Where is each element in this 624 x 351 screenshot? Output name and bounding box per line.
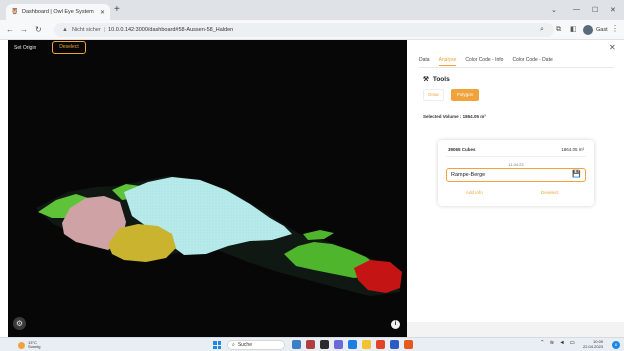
cube-volume: 1864.05 m³ (561, 147, 584, 152)
panel-close-icon[interactable]: ✕ (609, 43, 616, 52)
avatar (583, 24, 593, 35)
wifi-icon[interactable]: ≋ (550, 340, 555, 346)
set-origin-button[interactable]: Set Origin (14, 43, 36, 54)
tab-close-icon[interactable]: ✕ (100, 9, 105, 16)
url-text: 10.0.0.142:3000/dashboard#58-Aussen-58_H… (108, 27, 234, 33)
tab-list-chevron-icon[interactable]: ⌄ (551, 6, 557, 14)
chrome-active-icon[interactable] (404, 340, 413, 349)
draw-button[interactable]: Draw (423, 89, 444, 101)
volume-icon[interactable]: ◄ (559, 340, 564, 346)
window-close-icon[interactable]: ✕ (610, 6, 616, 14)
tab-color-code-info[interactable]: Color Code - Info (465, 54, 503, 66)
url-separator: | (103, 27, 106, 33)
owl-favicon-icon: 🦉 (11, 8, 19, 15)
tools-title: Tools (432, 75, 450, 83)
profile-button[interactable]: Gast (583, 23, 608, 36)
not-secure-label: Nicht sicher (71, 27, 101, 33)
menu-kebab-icon[interactable]: ⋮ (611, 24, 619, 33)
profile-name: Gast (596, 26, 608, 33)
tab-data[interactable]: Data (419, 54, 430, 66)
deselect-button[interactable]: Deselect (52, 41, 86, 54)
selection-date: 11.04.23 (508, 162, 524, 167)
selection-name-value: Rampe-Berge (451, 172, 486, 178)
widgets-icon[interactable] (292, 340, 301, 349)
clock-date: 22.04.2023 (583, 344, 604, 349)
viewer-settings-gear-icon[interactable]: ⚙ (13, 317, 26, 330)
sun-icon (18, 341, 25, 349)
reload-icon[interactable]: ↻ (35, 25, 42, 34)
url-bar[interactable]: ▲ Nicht sicher | 10.0.0.142:3000/dashboa… (54, 23, 554, 37)
wrench-icon: ⚒ (423, 76, 429, 83)
browser-tab-bar: 🦉 Dashboard | Owl Eye System ✕ + ⌄ — ☐ ✕ (0, 0, 624, 20)
tab-color-code-date[interactable]: Color Code - Date (512, 54, 552, 66)
chrome-icon[interactable] (376, 340, 385, 349)
notification-badge[interactable]: 6 (612, 341, 620, 349)
search-icon: ⌕ (232, 342, 235, 348)
minimize-icon[interactable]: — (573, 6, 580, 13)
tab-title: Dashboard | Owl Eye System (22, 9, 94, 15)
word-icon[interactable] (390, 340, 399, 349)
point-cloud-canvas[interactable] (8, 40, 407, 337)
back-arrow-icon[interactable]: ← (6, 25, 14, 34)
taskbar-search[interactable]: ⌕ Suche (227, 340, 285, 350)
selection-name-input[interactable]: Rampe-Berge 💾 (446, 168, 586, 182)
cube-count: 39065 Cubes (448, 147, 476, 152)
file-explorer-icon[interactable] (362, 340, 371, 349)
card-divider (446, 156, 586, 157)
warning-triangle-icon: ▲ (62, 27, 68, 33)
weather-condition: Sonnig (28, 344, 41, 349)
edge-icon[interactable] (348, 340, 357, 349)
search-label: Suche (237, 342, 252, 348)
polygon-button[interactable]: Polygon (451, 89, 479, 101)
tray-chevron-icon[interactable]: ⌃ (540, 340, 545, 346)
clock[interactable]: 10:09 22.04.2023 (583, 339, 603, 349)
sidepanel-icon[interactable]: ◧ (570, 25, 577, 34)
viewer-info-icon[interactable]: i (391, 320, 400, 329)
weather-text: 13°C Sonnig (28, 340, 41, 350)
zoom-icon[interactable]: ⌕ (540, 25, 544, 34)
taskbar-apps (292, 340, 413, 349)
tabs-divider (419, 67, 614, 68)
add-info-button[interactable]: Add Info (466, 190, 483, 195)
selected-volume-label: Selected Volume : 1864.05 m³ (423, 114, 486, 119)
point-cloud-viewer[interactable]: Set Origin Deselect ⚙ i (8, 40, 407, 337)
tab-analyse[interactable]: Analyse (438, 54, 457, 66)
address-toolbar: ← → ↻ ▲ Nicht sicher | 10.0.0.142:3000/d… (0, 20, 624, 40)
teams-icon[interactable] (334, 340, 343, 349)
battery-icon[interactable]: ▭ (570, 340, 575, 346)
taskbar: 13°C Sonnig ⌕ Suche ⌃ ≋ ◄ ▭ 10:09 22.04.… (0, 337, 624, 351)
forward-arrow-icon[interactable]: → (20, 25, 28, 34)
card-deselect-button[interactable]: Deselect (541, 190, 559, 195)
screen: 🦉 Dashboard | Owl Eye System ✕ + ⌄ — ☐ ✕… (0, 0, 624, 351)
selection-card: 39065 Cubes 1864.05 m³ 11.04.23 Rampe-Be… (438, 140, 594, 206)
maximize-icon[interactable]: ☐ (592, 6, 598, 14)
panel-bottom-strip (407, 322, 624, 337)
system-tray: ⌃ ≋ ◄ ▭ (540, 340, 575, 346)
terminal-icon[interactable] (320, 340, 329, 349)
tools-heading: ⚒ Tools (423, 75, 450, 84)
analysis-panel: ✕ Data Analyse Color Code - Info Color C… (407, 40, 624, 337)
share-icon[interactable]: ⧉ (556, 25, 561, 34)
media-icon[interactable] (306, 340, 315, 349)
region-green-right-small[interactable] (303, 230, 334, 240)
panel-tabs: Data Analyse Color Code - Info Color Cod… (419, 54, 553, 66)
windows-start-icon[interactable] (213, 341, 221, 349)
weather-widget[interactable]: 13°C Sonnig (18, 339, 40, 351)
browser-tab[interactable]: 🦉 Dashboard | Owl Eye System ✕ (6, 4, 110, 20)
save-disk-icon[interactable]: 💾 (572, 171, 581, 179)
new-tab-button[interactable]: + (114, 5, 120, 15)
